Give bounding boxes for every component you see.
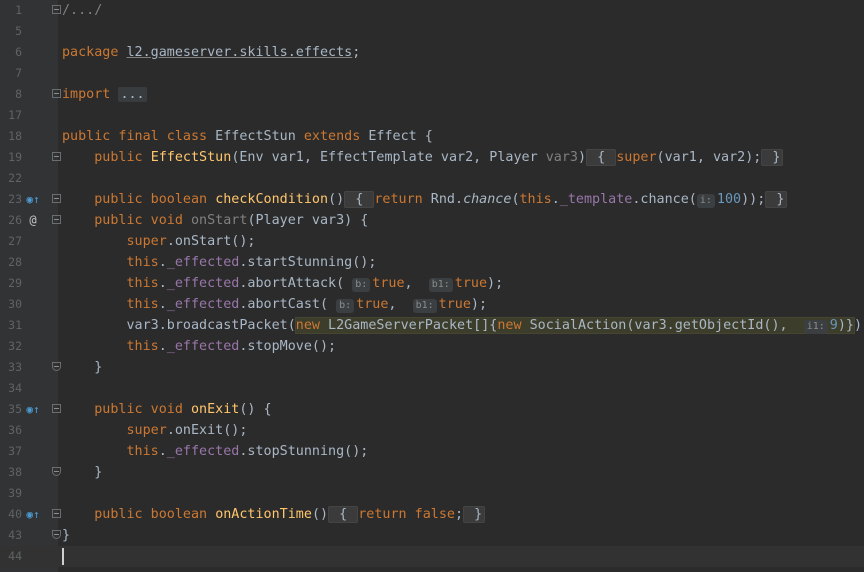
line-number: 7: [15, 66, 22, 80]
line-number: 30: [8, 297, 22, 311]
code-text: public void onExit() {: [94, 402, 272, 417]
line-number: 44: [8, 549, 22, 563]
line-number: 33: [8, 360, 22, 374]
code-line[interactable]: 36 super.onExit();: [0, 420, 864, 441]
code-editor[interactable]: 1 /.../ 5 6 package l2.gameserver.skills.eff…: [0, 0, 864, 572]
line-number: 23: [8, 192, 22, 206]
code-text: }: [62, 465, 103, 480]
code-line[interactable]: 44: [0, 546, 864, 567]
line-number: 19: [8, 150, 22, 164]
fold-toggle-icon[interactable]: [52, 89, 61, 98]
code-line[interactable]: 31 var3.broadcastPacket(new L2GameServer…: [0, 315, 864, 336]
code-line[interactable]: 33 }: [0, 357, 864, 378]
line-number: 22: [8, 171, 22, 185]
fold-end-icon[interactable]: [52, 362, 61, 371]
code-line[interactable]: 38 }: [0, 462, 864, 483]
code-line[interactable]: 32 this._effected.stopMove();: [0, 336, 864, 357]
fold-toggle-icon[interactable]: [52, 404, 61, 413]
code-line[interactable]: 35 ◉↑ public void onExit() {: [0, 399, 864, 420]
code-text: public boolean checkCondition() { return…: [62, 189, 788, 210]
code-line[interactable]: 28 this._effected.startStunning();: [0, 252, 864, 273]
line-number: 29: [8, 276, 22, 290]
line-number: 40: [8, 507, 22, 521]
code-line[interactable]: 23 ◉↑ public boolean checkCondition() { r…: [0, 189, 864, 210]
code-line[interactable]: 34: [0, 378, 864, 399]
fold-toggle-icon[interactable]: [52, 509, 61, 518]
line-number: 18: [8, 129, 22, 143]
code-line[interactable]: 30 this._effected.abortCast( b: true, b1:…: [0, 294, 864, 315]
code-text: this._effected.startStunning();: [126, 255, 377, 270]
override-method-icon[interactable]: ◉↑: [26, 504, 40, 525]
line-number: 39: [8, 486, 22, 500]
code-line[interactable]: 40 ◉↑ public boolean onActionTime() { ret…: [0, 504, 864, 525]
code-text: this._effected.abortAttack( b: true, b1: t…: [126, 276, 504, 292]
code-line[interactable]: 22: [0, 168, 864, 189]
code-line[interactable]: 43}: [0, 525, 864, 546]
code-text: public final class EffectStun extends Ef…: [62, 129, 433, 144]
line-number: 34: [8, 381, 22, 395]
line-number: 38: [8, 465, 22, 479]
fold-toggle-icon[interactable]: [52, 5, 61, 14]
line-number: 36: [8, 423, 22, 437]
code-line[interactable]: 7: [0, 63, 864, 84]
code-text: var3.broadcastPacket(new L2GameServerPac…: [62, 318, 864, 334]
code-text: package l2.gameserver.skills.effects;: [62, 45, 361, 60]
line-number: 6: [15, 45, 22, 59]
fold-toggle-icon[interactable]: [52, 152, 61, 161]
code-line[interactable]: 17: [0, 105, 864, 126]
code-text: this._effected.stopStunning();: [126, 444, 369, 459]
code-line[interactable]: 1 /.../: [0, 0, 864, 21]
line-number: 26: [8, 213, 22, 227]
code-text: this._effected.abortCast( b: true, b1: tru…: [126, 297, 488, 313]
fold-toggle-icon[interactable]: [52, 194, 61, 203]
code-line[interactable]: 39: [0, 483, 864, 504]
line-number: 32: [8, 339, 22, 353]
code-text: }: [62, 360, 103, 375]
fold-end-icon[interactable]: [52, 530, 61, 539]
line-number: 37: [8, 444, 22, 458]
line-number: 31: [8, 318, 22, 332]
line-number: 43: [8, 528, 22, 542]
code-line[interactable]: 26 @ public void onStart(Player var3) {: [0, 210, 864, 231]
line-number: 1: [15, 3, 22, 17]
code-line[interactable]: 19 public EffectStun(Env var1, EffectTem…: [0, 147, 864, 168]
override-method-icon[interactable]: ◉↑: [26, 189, 40, 210]
code-text: public EffectStun(Env var1, EffectTempla…: [62, 147, 784, 168]
code-text: }: [62, 528, 71, 543]
code-line[interactable]: 18 public final class EffectStun extends …: [0, 126, 864, 147]
line-number: 27: [8, 234, 22, 248]
line-number: 8: [15, 87, 22, 101]
code-text: this._effected.stopMove();: [126, 339, 337, 354]
code-text: super.onExit();: [126, 423, 248, 438]
code-line[interactable]: 6 package l2.gameserver.skills.effects;: [0, 42, 864, 63]
implement-method-icon[interactable]: @: [26, 210, 40, 231]
code-line[interactable]: 29 this._effected.abortAttack( b: true, b…: [0, 273, 864, 294]
code-text: public void onStart(Player var3) {: [94, 213, 369, 228]
override-method-icon[interactable]: ◉↑: [26, 399, 40, 420]
fold-end-icon[interactable]: [52, 467, 61, 476]
code-line[interactable]: 37 this._effected.stopStunning();: [0, 441, 864, 462]
code-text: /.../: [62, 3, 103, 18]
line-number: 35: [8, 402, 22, 416]
code-line[interactable]: 8 import ...: [0, 84, 864, 105]
fold-toggle-icon[interactable]: [52, 215, 61, 224]
line-number: 17: [8, 108, 22, 122]
code-text: import ...: [62, 87, 147, 102]
code-line[interactable]: 5: [0, 21, 864, 42]
line-number: 28: [8, 255, 22, 269]
code-line[interactable]: 27 super.onStart();: [0, 231, 864, 252]
text-caret: [62, 548, 64, 565]
code-text: public boolean onActionTime() { return f…: [62, 504, 486, 525]
code-text: super.onStart();: [126, 234, 256, 249]
line-number: 5: [15, 24, 22, 38]
